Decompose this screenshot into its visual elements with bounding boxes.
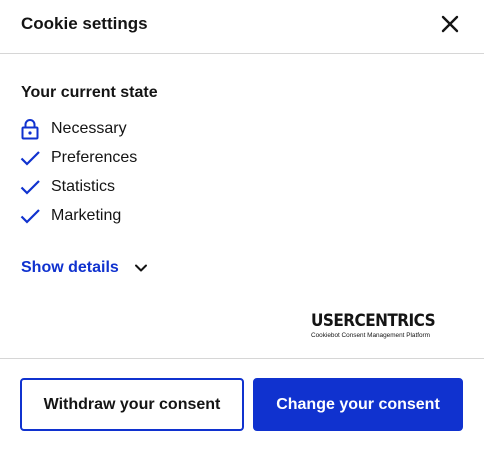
checkmark-icon: [20, 208, 40, 224]
consent-state-list: Necessary Preferences Statistics Marketi…: [18, 114, 137, 230]
dialog-title: Cookie settings: [21, 14, 148, 33]
state-item-necessary: Necessary: [18, 114, 137, 143]
state-item-statistics: Statistics: [18, 172, 137, 201]
brand-row: USERCENTRICS: [309, 310, 441, 332]
cookie-settings-dialog: Cookie settings Your current state Neces…: [0, 0, 484, 450]
state-label-necessary: Necessary: [51, 119, 127, 137]
dialog-footer: Withdraw your consent Change your consen…: [0, 358, 484, 450]
close-button[interactable]: [437, 11, 463, 37]
state-label-marketing: Marketing: [51, 206, 122, 224]
usercentrics-logo-link[interactable]: USERCENTRICS Cookiebot Consent Managemen…: [309, 310, 441, 344]
dialog-header: Cookie settings: [0, 0, 484, 54]
close-icon: [441, 15, 459, 33]
checkmark-icon: [20, 150, 40, 166]
change-consent-button[interactable]: Change your consent: [253, 378, 463, 431]
withdraw-consent-button[interactable]: Withdraw your consent: [20, 378, 244, 431]
state-item-marketing: Marketing: [18, 201, 137, 230]
checkmark-icon: [20, 179, 40, 195]
brand-name: USERCENTRICS: [311, 311, 436, 331]
show-details-toggle[interactable]: Show details: [21, 259, 149, 277]
chevron-down-icon: [134, 264, 147, 272]
lock-icon: [21, 118, 39, 139]
state-label-preferences: Preferences: [51, 148, 138, 166]
show-details-label: Show details: [21, 259, 119, 276]
brand-tagline: Cookiebot Consent Management Platform: [311, 332, 431, 339]
state-label-statistics: Statistics: [51, 177, 116, 195]
current-state-heading: Your current state: [21, 84, 158, 101]
state-item-preferences: Preferences: [18, 143, 137, 172]
